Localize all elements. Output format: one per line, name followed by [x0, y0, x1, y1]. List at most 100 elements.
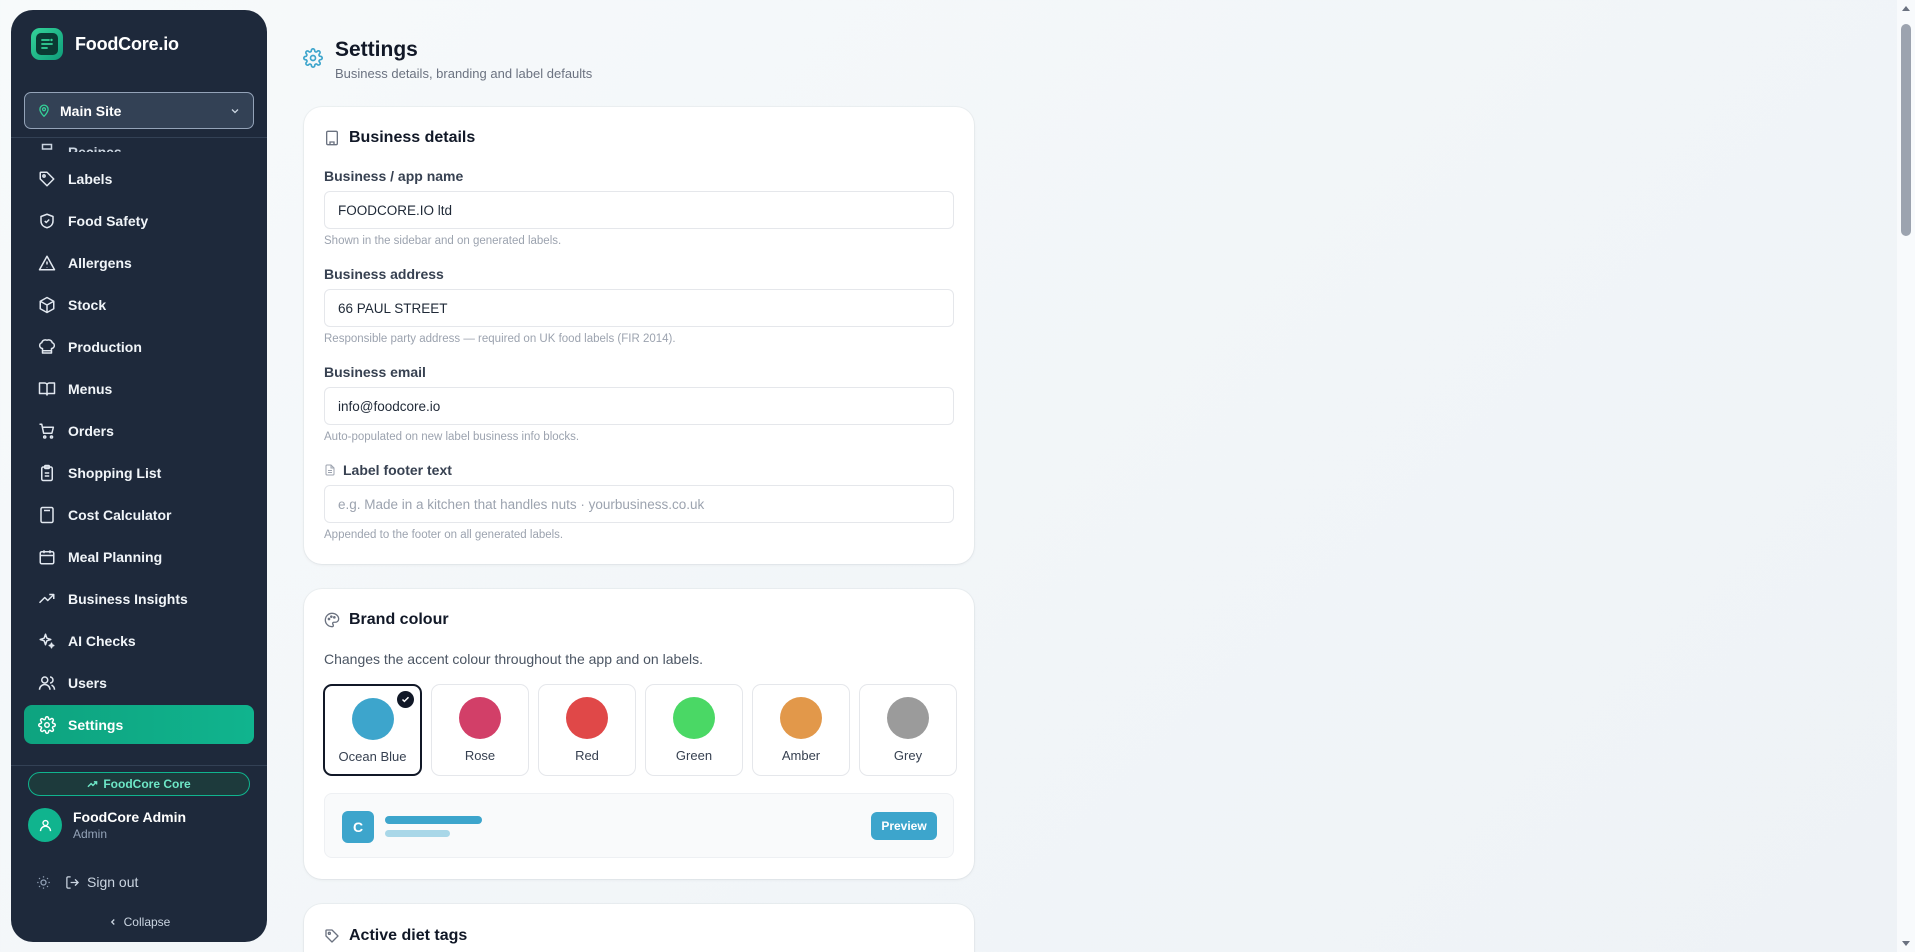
sidebar-item-food-safety[interactable]: Food Safety: [24, 201, 254, 240]
swatch-red[interactable]: Red: [538, 684, 636, 776]
calendar-icon: [39, 549, 55, 564]
map-pin-icon: [39, 104, 49, 117]
swatch-ocean-blue[interactable]: Ocean Blue: [323, 684, 422, 776]
box-icon: [39, 296, 55, 313]
swatch-amber[interactable]: Amber: [752, 684, 850, 776]
sparkles-icon: [39, 633, 55, 648]
sidebar-item-menus[interactable]: Menus: [24, 369, 254, 408]
cart-icon: [39, 423, 55, 439]
swatch-label: Ocean Blue: [338, 749, 407, 764]
tag-icon: [325, 929, 339, 943]
colour-swatches: Ocean Blue Rose Red Green Amber Grey: [323, 684, 957, 776]
preview-bar: [385, 816, 482, 824]
gear-icon: [303, 48, 323, 68]
sidebar-item-label: Food Safety: [68, 212, 149, 229]
business-details-card: Business details Business / app name Sho…: [304, 107, 974, 564]
swatch-label: Green: [675, 748, 713, 763]
user-role: Admin: [73, 827, 108, 841]
scroll-down-icon[interactable]: [1902, 941, 1910, 946]
chef-hat-icon: [41, 143, 53, 150]
sidebar-item-settings[interactable]: Settings: [24, 705, 254, 744]
preview-bar: [385, 830, 450, 837]
sidebar-item-cost-calculator[interactable]: Cost Calculator: [24, 495, 254, 534]
check-icon: [397, 691, 414, 708]
sidebar-item-stock[interactable]: Stock: [24, 285, 254, 324]
brand[interactable]: FoodCore.io: [31, 28, 179, 60]
sidebar-item-recipes[interactable]: Recipes: [24, 138, 254, 152]
sidebar-item-meal-planning[interactable]: Meal Planning: [24, 537, 254, 576]
sun-icon[interactable]: [36, 875, 51, 890]
sign-out-label: Sign out: [87, 874, 139, 890]
swatch-label: Amber: [781, 748, 821, 763]
swatch-dot: [351, 698, 394, 740]
card-header: Business details: [324, 129, 475, 147]
brand-colour-description: Changes the accent colour throughout the…: [324, 651, 704, 667]
label-footer-input[interactable]: [324, 485, 954, 523]
sidebar-item-label: Orders: [68, 422, 114, 439]
sidebar-footer-actions: Sign out: [36, 874, 138, 890]
sidebar-item-business-insights[interactable]: Business Insights: [24, 579, 254, 618]
app-name: FoodCore.io: [75, 33, 179, 54]
user-profile[interactable]: FoodCore Admin Admin: [28, 808, 186, 842]
preview-badge: C: [342, 811, 374, 843]
label-footer-label-row: Label footer text: [324, 462, 452, 478]
page-scrollbar[interactable]: [1897, 0, 1915, 952]
business-name-input[interactable]: [324, 191, 954, 229]
business-name-label: Business / app name: [324, 168, 464, 184]
preview-button[interactable]: Preview: [871, 812, 937, 840]
sign-out-button[interactable]: Sign out: [65, 874, 138, 890]
site-selector-label: Main Site: [60, 102, 122, 119]
shield-icon: [40, 213, 54, 228]
diet-tags-card: Active diet tags: [304, 904, 974, 952]
sidebar-item-users[interactable]: Users: [24, 663, 254, 702]
swatch-dot: [673, 697, 715, 739]
sidebar-item-label: Users: [68, 674, 107, 691]
sidebar-item-label: Business Insights: [68, 590, 188, 607]
swatch-grey[interactable]: Grey: [859, 684, 957, 776]
building-icon: [326, 130, 338, 146]
sidebar-item-label: Recipes: [68, 144, 122, 152]
swatch-rose[interactable]: Rose: [431, 684, 529, 776]
label-footer-label: Label footer text: [343, 462, 452, 478]
business-name-help: Shown in the sidebar and on generated la…: [324, 235, 562, 247]
brand-preview: C Preview: [324, 793, 954, 858]
trending-up-icon: [38, 593, 55, 603]
scrollbar-thumb[interactable]: [1901, 24, 1911, 236]
site-selector[interactable]: Main Site: [24, 92, 254, 129]
scroll-up-icon[interactable]: [1902, 6, 1910, 11]
tag-icon: [39, 171, 55, 186]
card-title: Brand colour: [349, 611, 449, 628]
card-header: Active diet tags: [324, 927, 467, 945]
avatar: [28, 808, 62, 842]
swatch-dot: [780, 697, 822, 739]
collapse-label: Collapse: [123, 915, 171, 929]
business-address-help: Responsible party address — required on …: [324, 333, 676, 345]
label-footer-help: Appended to the footer on all generated …: [324, 529, 564, 541]
business-email-input[interactable]: [324, 387, 954, 425]
sidebar-item-label: Menus: [68, 380, 113, 397]
sidebar-item-label: AI Checks: [68, 632, 136, 649]
sidebar-item-label: Production: [68, 338, 142, 355]
page-header: Settings Business details, branding and …: [303, 38, 592, 81]
chevron-left-icon: [110, 919, 115, 925]
collapse-button[interactable]: Collapse: [11, 915, 267, 929]
sidebar-item-labels[interactable]: Labels: [24, 159, 254, 198]
card-header: Brand colour: [324, 611, 449, 629]
swatch-dot: [459, 697, 501, 739]
divider: [11, 765, 267, 766]
sidebar-item-production[interactable]: Production: [24, 327, 254, 366]
app-logo-icon: [31, 28, 63, 60]
sidebar-item-allergens[interactable]: Allergens: [24, 243, 254, 282]
card-title: Active diet tags: [349, 927, 468, 944]
log-out-icon: [66, 875, 80, 889]
open-book-icon: [38, 381, 56, 396]
sidebar-item-ai-checks[interactable]: AI Checks: [24, 621, 254, 660]
swatch-dot: [887, 697, 929, 739]
sidebar-item-orders[interactable]: Orders: [24, 411, 254, 450]
swatch-green[interactable]: Green: [645, 684, 743, 776]
business-address-input[interactable]: [324, 289, 954, 327]
sidebar-item-shopping-list[interactable]: Shopping List: [24, 453, 254, 492]
page-title: Settings: [335, 38, 418, 61]
sidebar-nav: Recipes Labels Food Safety Allergens Sto…: [24, 138, 254, 765]
swatch-label: Red: [575, 748, 599, 763]
